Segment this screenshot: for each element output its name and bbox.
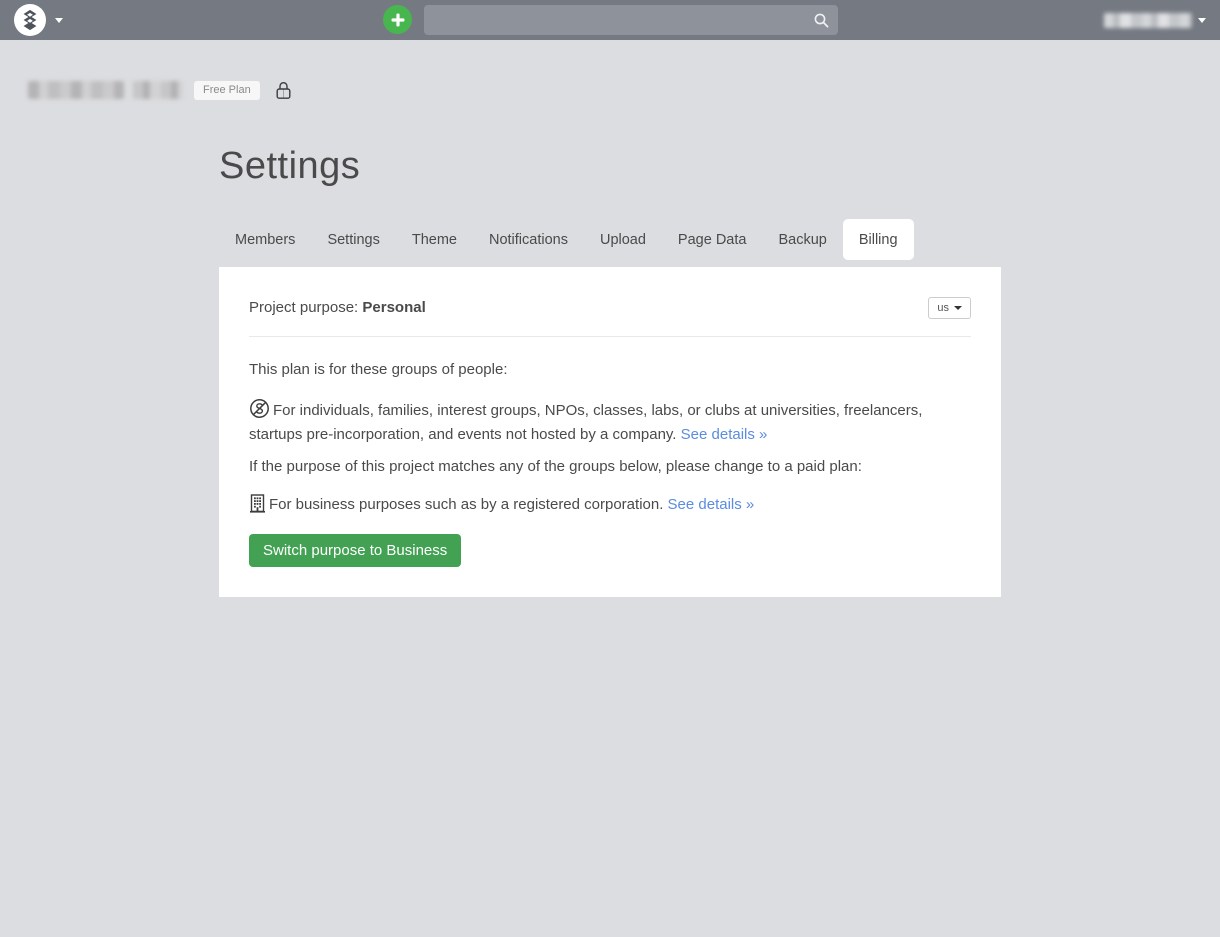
plus-icon	[390, 12, 406, 28]
billing-panel: Project purpose: Personal us This plan i…	[219, 267, 1001, 597]
tab-theme[interactable]: Theme	[396, 220, 473, 260]
personal-plan-description: For individuals, families, interest grou…	[249, 398, 971, 446]
locale-dropdown-button[interactable]: us	[928, 297, 971, 319]
no-money-icon	[249, 398, 270, 426]
search-icon[interactable]	[813, 12, 830, 34]
project-header: Free Plan	[28, 79, 292, 101]
project-name-redacted[interactable]	[28, 81, 183, 99]
settings-tabs: Members Settings Theme Notifications Upl…	[219, 219, 1001, 260]
locale-dropdown-label: us	[937, 302, 949, 314]
locale-caret-icon	[954, 306, 962, 310]
project-name-word-redacted	[28, 81, 124, 99]
tab-settings[interactable]: Settings	[311, 220, 395, 260]
private-lock-icon	[275, 81, 292, 100]
page-title: Settings	[219, 144, 1001, 188]
tab-page-data[interactable]: Page Data	[662, 220, 763, 260]
purpose-label: Project purpose:	[249, 299, 358, 316]
business-plan-text: For business purposes such as by a regis…	[269, 496, 663, 513]
plan-intro-text: This plan is for these groups of people:	[249, 360, 971, 381]
office-building-icon	[249, 494, 266, 520]
divider	[249, 336, 971, 337]
search-box	[424, 5, 838, 35]
tab-billing[interactable]: Billing	[843, 219, 914, 260]
user-name-redacted	[1104, 13, 1192, 28]
user-menu-button[interactable]	[1104, 0, 1206, 40]
tab-upload[interactable]: Upload	[584, 220, 662, 260]
search-input[interactable]	[424, 5, 838, 35]
personal-see-details-link[interactable]: See details »	[681, 426, 768, 443]
paid-plan-prompt: If the purpose of this project matches a…	[249, 457, 971, 478]
purpose-value: Personal	[362, 299, 425, 316]
personal-plan-text: For individuals, families, interest grou…	[249, 402, 922, 444]
user-menu-caret-icon	[1198, 18, 1206, 23]
new-page-button[interactable]	[383, 5, 412, 34]
project-switcher-caret-icon[interactable]	[55, 18, 63, 23]
business-plan-description: For business purposes such as by a regis…	[249, 494, 971, 520]
top-navbar	[0, 0, 1220, 40]
plan-badge: Free Plan	[194, 81, 260, 100]
project-purpose-row: Project purpose: Personal us	[249, 297, 971, 319]
tab-notifications[interactable]: Notifications	[473, 220, 584, 260]
app-logo-button[interactable]	[14, 4, 46, 36]
scrapbox-logo-icon	[19, 9, 41, 31]
switch-purpose-button[interactable]: Switch purpose to Business	[249, 534, 461, 567]
business-see-details-link[interactable]: See details »	[668, 496, 755, 513]
project-purpose-text: Project purpose: Personal	[249, 297, 426, 319]
tab-backup[interactable]: Backup	[762, 220, 842, 260]
tab-members[interactable]: Members	[219, 220, 311, 260]
project-name-word-redacted	[133, 81, 183, 99]
main-content: Settings Members Settings Theme Notifica…	[219, 144, 1001, 597]
